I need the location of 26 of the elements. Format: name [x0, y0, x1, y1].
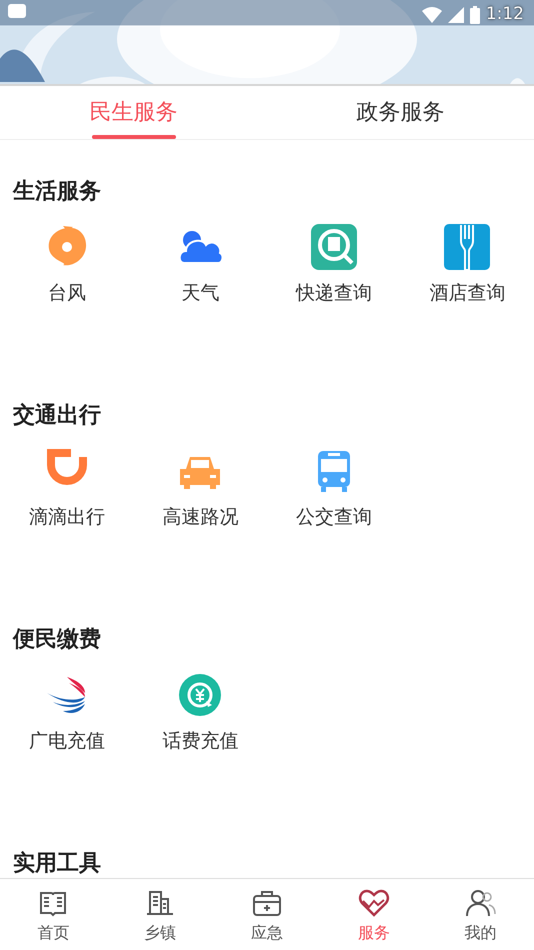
nav-tab[interactable]: 我的 [427, 879, 534, 950]
parcel-search-icon [310, 223, 358, 271]
heart-icon [358, 887, 390, 919]
service-item[interactable]: 台风 [0, 223, 134, 308]
wifi-icon [422, 6, 442, 23]
service-item[interactable]: 酒店查询 [400, 223, 534, 308]
signal-icon [448, 6, 464, 23]
service-item[interactable]: 公交查询 [267, 447, 400, 532]
fork-icon [443, 223, 492, 271]
section-title: 生活服务 [12, 178, 102, 206]
service-item[interactable]: 高速路况 [134, 447, 267, 532]
section-title: 实用工具 [12, 850, 102, 878]
section-title: 便民缴费 [12, 626, 102, 654]
section-title: 交通出行 [12, 402, 102, 430]
service-item[interactable]: 天气 [134, 223, 267, 308]
tab[interactable]: 政务服务 [267, 86, 534, 139]
service-item[interactable]: 广电充值 [0, 671, 134, 756]
service-item[interactable]: 快递查询 [267, 223, 400, 308]
notification-icon [8, 4, 26, 18]
status-time: 1:12 [486, 3, 524, 26]
nav-tab[interactable]: 乡镇 [106, 879, 214, 950]
service-item[interactable]: 话费充值 [134, 671, 267, 756]
people-icon [464, 887, 497, 919]
nav-tab[interactable]: 首页 [0, 879, 107, 950]
nav-tab[interactable]: 应急 [214, 879, 320, 950]
service-item[interactable]: 滴滴出行 [0, 447, 134, 532]
